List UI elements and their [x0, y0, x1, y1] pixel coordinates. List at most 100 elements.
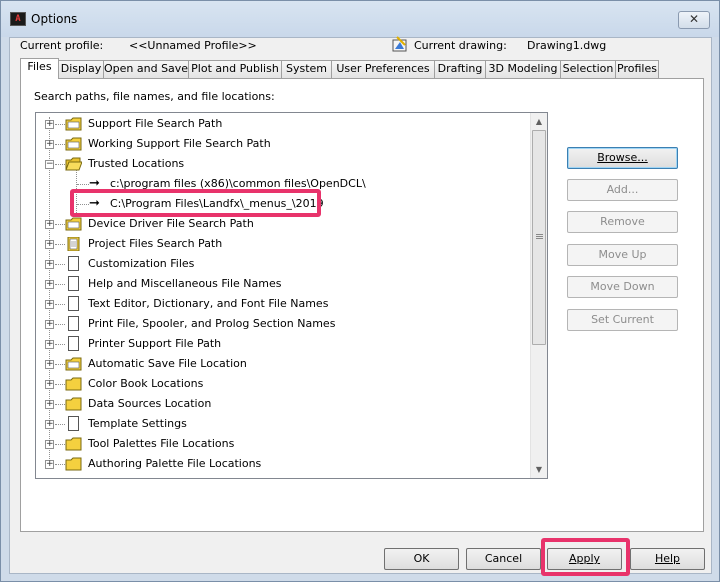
tree-item-authoring-palette-file-locations[interactable]: + Authoring Palette File Locations	[36, 454, 531, 474]
browse-button-label: Browse...	[597, 151, 648, 164]
expand-icon[interactable]: +	[45, 420, 54, 429]
set-current-button[interactable]: Set Current	[567, 309, 678, 331]
folder-icon	[65, 117, 82, 131]
tree-dots	[55, 264, 65, 265]
add-button[interactable]: Add...	[567, 179, 678, 201]
help-button[interactable]: Help	[630, 548, 705, 570]
expand-icon[interactable]: +	[45, 380, 54, 389]
current-profile-value: <<Unnamed Profile>>	[129, 39, 257, 52]
folder-icon	[65, 377, 82, 391]
browse-button[interactable]: Browse...	[567, 147, 678, 169]
section-label: Search paths, file names, and file locat…	[34, 90, 275, 103]
tab-profiles[interactable]: Profiles	[615, 60, 659, 78]
grip-icon	[536, 234, 543, 239]
tree-item-trusted-locations[interactable]: − Trusted Locations	[36, 154, 531, 174]
tree-dots	[55, 144, 65, 145]
tab-user-preferences[interactable]: User Preferences	[331, 60, 435, 78]
move-down-button-label: Move Down	[590, 280, 655, 293]
expand-icon[interactable]: +	[45, 320, 54, 329]
help-button-label: Help	[654, 552, 681, 565]
tab-selection[interactable]: Selection	[560, 60, 616, 78]
tree-dots	[55, 304, 65, 305]
tree-item-tool-palettes-file-locations[interactable]: + Tool Palettes File Locations	[36, 434, 531, 454]
tab-system[interactable]: System	[281, 60, 332, 78]
files-panel: Search paths, file names, and file locat…	[20, 78, 704, 532]
tree-dots	[55, 344, 65, 345]
tree-item-working-support-file-search-path[interactable]: + Working Support File Search Path	[36, 134, 531, 154]
tree-item-printer-support-file-path[interactable]: + Printer Support File Path	[36, 334, 531, 354]
set-current-button-label: Set Current	[591, 313, 654, 326]
expand-icon[interactable]: +	[45, 440, 54, 449]
tree-scrollbar[interactable]: ▲ ▼	[530, 113, 547, 478]
tab-drafting[interactable]: Drafting	[434, 60, 486, 78]
scroll-thumb[interactable]	[532, 130, 546, 345]
cancel-button[interactable]: Cancel	[466, 548, 541, 570]
tab-files[interactable]: Files	[20, 58, 59, 79]
current-drawing-label: Current drawing:	[414, 39, 507, 52]
tree-item-print-file-spooler-prolog[interactable]: + Print File, Spooler, and Prolog Sectio…	[36, 314, 531, 334]
move-down-button[interactable]: Move Down	[567, 276, 678, 298]
expand-icon[interactable]: +	[45, 140, 54, 149]
collapse-icon[interactable]: −	[45, 160, 54, 169]
file-locations-tree[interactable]: + Support File Search Path + Working Sup…	[35, 112, 548, 479]
tree-dots	[55, 464, 65, 465]
tree-item-customization-files[interactable]: + Customization Files	[36, 254, 531, 274]
move-up-button[interactable]: Move Up	[567, 244, 678, 266]
tree-dots	[55, 124, 65, 125]
title-bar[interactable]: A Options ✕	[1, 1, 719, 37]
expand-icon[interactable]: +	[45, 220, 54, 229]
apply-button[interactable]: Apply	[547, 548, 622, 570]
tree-item-template-settings[interactable]: + Template Settings	[36, 414, 531, 434]
expand-icon[interactable]: +	[45, 120, 54, 129]
tree-item-project-files-search-path[interactable]: + Project Files Search Path	[36, 234, 531, 254]
expand-icon[interactable]: +	[45, 400, 54, 409]
document-icon	[68, 316, 79, 331]
tab-open-and-save[interactable]: Open and Save	[103, 60, 189, 78]
tree-item-device-driver-file-search-path[interactable]: + Device Driver File Search Path	[36, 214, 531, 234]
tree-dots	[55, 284, 65, 285]
tree-item-label: Template Settings	[88, 417, 187, 430]
expand-icon[interactable]: +	[45, 460, 54, 469]
expand-icon[interactable]: +	[45, 340, 54, 349]
drawing-icon	[392, 36, 407, 52]
tab-plot-and-publish[interactable]: Plot and Publish	[188, 60, 282, 78]
tree-item-color-book-locations[interactable]: + Color Book Locations	[36, 374, 531, 394]
tree-item-support-file-search-path[interactable]: + Support File Search Path	[36, 114, 531, 134]
add-button-label: Add...	[606, 183, 639, 196]
apply-button-label: Apply	[568, 552, 601, 565]
tree-item-text-editor-dictionary-font[interactable]: + Text Editor, Dictionary, and Font File…	[36, 294, 531, 314]
document-icon	[68, 276, 79, 291]
expand-icon[interactable]: +	[45, 260, 54, 269]
tree-item-label: Color Book Locations	[88, 377, 204, 390]
move-up-button-label: Move Up	[598, 248, 647, 261]
tree-item-label: Data Sources Location	[88, 397, 212, 410]
project-icon	[67, 237, 80, 251]
dialog-client: Current profile: <<Unnamed Profile>> Cur…	[9, 36, 712, 576]
expand-icon[interactable]: +	[45, 300, 54, 309]
tab-display[interactable]: Display	[58, 60, 104, 78]
tree-dots	[55, 164, 65, 165]
expand-icon[interactable]: +	[45, 360, 54, 369]
tree-item-data-sources-location[interactable]: + Data Sources Location	[36, 394, 531, 414]
remove-button[interactable]: Remove	[567, 211, 678, 233]
folder-icon	[65, 437, 82, 451]
document-icon	[68, 256, 79, 271]
document-icon	[68, 416, 79, 431]
folder-icon	[65, 397, 82, 411]
tree-item-label: Trusted Locations	[88, 157, 185, 170]
expand-icon[interactable]: +	[45, 280, 54, 289]
scroll-down-icon[interactable]: ▼	[531, 461, 547, 478]
options-dialog: A Options ✕ Current profile: <<Unnamed P…	[0, 0, 720, 582]
tree-item-automatic-save-file-location[interactable]: + Automatic Save File Location	[36, 354, 531, 374]
ok-button[interactable]: OK	[384, 548, 459, 570]
scroll-up-icon[interactable]: ▲	[531, 113, 547, 130]
tree-item-help-and-miscellaneous-file-names[interactable]: + Help and Miscellaneous File Names	[36, 274, 531, 294]
tree-item-label: Working Support File Search Path	[88, 137, 271, 150]
tab-strip: Files Display Open and Save Plot and Pub…	[20, 58, 660, 79]
tree-item-label: Text Editor, Dictionary, and Font File N…	[88, 297, 329, 310]
tree-item-label: Authoring Palette File Locations	[88, 457, 262, 470]
expand-icon[interactable]: +	[45, 240, 54, 249]
tab-3d-modeling[interactable]: 3D Modeling	[485, 60, 561, 78]
folder-icon	[65, 457, 82, 471]
close-button[interactable]: ✕	[678, 11, 710, 29]
